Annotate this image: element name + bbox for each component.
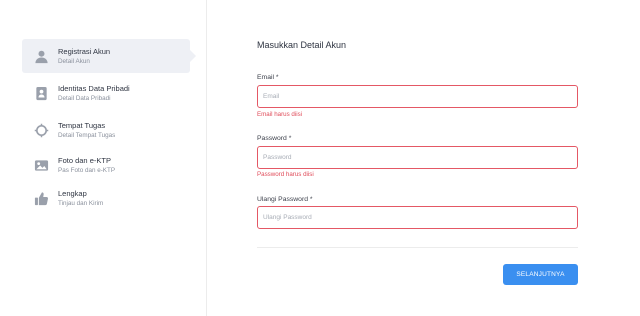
step-title: Tempat Tugas xyxy=(58,120,106,130)
step-foto-dan-ektp[interactable]: Foto dan e-KTP Pas Foto dan e-KTP xyxy=(22,148,190,182)
step-title: Foto dan e-KTP xyxy=(58,155,111,165)
image-icon xyxy=(33,157,49,173)
stepper-sidebar: Registrasi Akun Detail Akun Identitas Da… xyxy=(0,0,207,316)
id-card-icon xyxy=(33,85,49,101)
thumbs-up-icon xyxy=(33,190,49,206)
step-title: Registrasi Akun xyxy=(58,46,111,56)
step-subtitle: Pas Foto dan e-KTP xyxy=(58,166,116,174)
email-error: Email harus diisi xyxy=(257,111,303,118)
step-subtitle: Detail Tempat Tugas xyxy=(58,131,116,139)
confirm-password-label: Ulangi Password * xyxy=(257,196,313,203)
step-subtitle: Detail Data Pribadi xyxy=(58,94,111,102)
next-button[interactable]: SELANJUTNYA xyxy=(503,264,578,285)
confirm-password-field[interactable] xyxy=(257,206,578,229)
step-subtitle: Tinjau dan Kirim xyxy=(58,199,104,207)
password-field[interactable] xyxy=(257,146,578,169)
step-subtitle: Detail Akun xyxy=(58,57,90,65)
password-error: Password harus diisi xyxy=(257,171,314,178)
step-title: Lengkap xyxy=(58,188,87,198)
email-field[interactable] xyxy=(257,85,578,108)
step-lengkap[interactable]: Lengkap Tinjau dan Kirim xyxy=(22,181,190,215)
step-identitas-data-pribadi[interactable]: Identitas Data Pribadi Detail Data Priba… xyxy=(22,76,190,110)
divider xyxy=(257,247,578,248)
user-icon xyxy=(33,48,49,64)
email-label: Email * xyxy=(257,74,279,81)
step-registrasi-akun[interactable]: Registrasi Akun Detail Akun xyxy=(22,39,196,73)
step-title: Identitas Data Pribadi xyxy=(58,83,130,93)
location-icon xyxy=(33,122,49,138)
form-title: Masukkan Detail Akun xyxy=(257,40,347,50)
password-label: Password * xyxy=(257,135,292,142)
step-tempat-tugas[interactable]: Tempat Tugas Detail Tempat Tugas xyxy=(22,113,190,147)
